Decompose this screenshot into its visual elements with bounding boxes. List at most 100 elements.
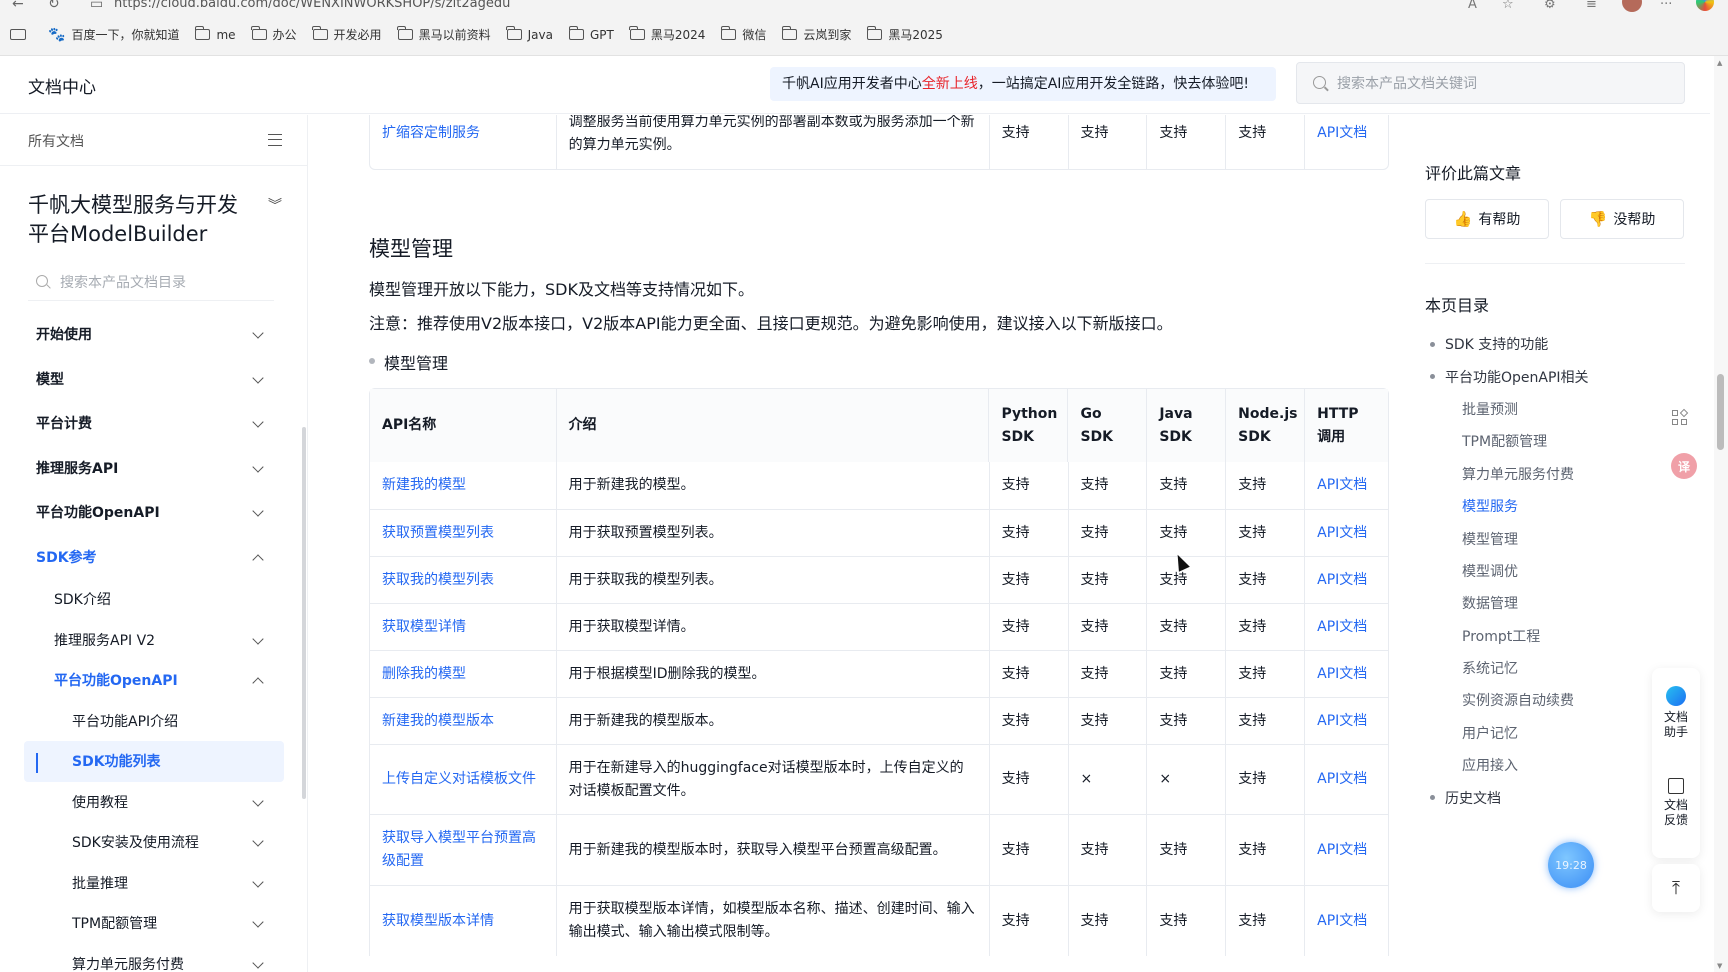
bookmark-folder[interactable]: 黑马2024 — [629, 26, 705, 43]
sidebar-item-tpm-quota[interactable]: TPM配额管理 — [24, 903, 284, 944]
toc-item-current[interactable]: 模型服务 — [1425, 490, 1685, 522]
doc-search-input[interactable] — [1337, 63, 1667, 103]
bookmark-folder[interactable]: me — [195, 26, 236, 42]
toc-item[interactable]: 系统记忆 — [1425, 652, 1685, 684]
helpful-button[interactable]: 👍 有帮助 — [1425, 199, 1549, 239]
api-doc-link[interactable]: API文档 — [1304, 815, 1388, 885]
site-info-icon[interactable]: ▭ — [90, 0, 103, 12]
sidebar-item-tutorials[interactable]: 使用教程 — [24, 782, 284, 823]
bookmark-baidu[interactable]: 🐾 百度一下，你就知道 — [48, 26, 179, 43]
more-menu-icon[interactable]: ··· — [1660, 0, 1672, 12]
translate-icon[interactable]: 译 — [1671, 453, 1697, 479]
api-name-link[interactable]: 获取模型版本详情 — [370, 886, 556, 956]
all-docs-link[interactable]: 所有文档 — [28, 131, 84, 151]
toc-item[interactable]: 批量预测 — [1425, 393, 1685, 425]
bookmark-folder[interactable]: 微信 — [720, 26, 766, 43]
bookmark-folder[interactable]: 云岚到家 — [781, 26, 851, 43]
site-title[interactable]: 文档中心 — [28, 73, 96, 98]
toc-item[interactable]: 用户记忆 — [1425, 717, 1685, 749]
api-doc-link[interactable]: API文档 — [1304, 886, 1388, 956]
sidebar-item-sdk-install[interactable]: SDK安装及使用流程 — [24, 822, 284, 863]
api-name-link[interactable]: 扩缩容定制服务 — [370, 115, 556, 169]
api-name-link[interactable]: 获取导入模型平台预置高级配置 — [370, 815, 556, 885]
toc-item[interactable]: Prompt工程 — [1425, 620, 1685, 652]
sidebar-item-billing[interactable]: 平台计费 — [24, 401, 284, 446]
toc-item[interactable]: 数据管理 — [1425, 587, 1685, 619]
api-doc-link[interactable]: API文档 — [1304, 651, 1388, 697]
doc-assistant-button[interactable]: 文档 助手 — [1652, 686, 1700, 740]
toc-item[interactable]: 平台功能OpenAPI相关 — [1425, 360, 1685, 392]
api-name-link[interactable]: 获取模型详情 — [370, 604, 556, 650]
bookmark-folder[interactable]: 开发必用 — [312, 26, 382, 43]
api-name-link[interactable]: 删除我的模型 — [370, 651, 556, 697]
api-doc-link[interactable]: API文档 — [1304, 462, 1388, 509]
sidebar-item-batch-inference[interactable]: 批量推理 — [24, 863, 284, 904]
banner-text-tail: ，一站搞定AI应用开发全链路，快去体验吧! — [977, 76, 1250, 92]
api-name-link[interactable]: 上传自定义对话模板文件 — [370, 745, 556, 814]
profile-avatar[interactable] — [1622, 0, 1642, 12]
toc-item[interactable]: SDK 支持的功能 — [1425, 328, 1685, 360]
api-doc-link[interactable]: API文档 — [1304, 557, 1388, 603]
favorite-star-icon[interactable]: ☆ — [1502, 0, 1514, 12]
sidebar-item-getting-started[interactable]: 开始使用 — [24, 312, 284, 357]
timer-bubble[interactable]: 19:28 — [1548, 842, 1594, 888]
bookmark-folder[interactable]: Java — [506, 26, 553, 42]
toc-item[interactable]: 实例资源自动续费 — [1425, 684, 1685, 716]
bookmark-folder[interactable]: 黑马以前资料 — [397, 26, 491, 43]
sidebar-item-inference-api[interactable]: 推理服务API — [24, 446, 284, 491]
app-grid-icon[interactable] — [1672, 408, 1689, 426]
bookmark-folder[interactable]: 黑马2025 — [866, 26, 943, 43]
toc-item[interactable]: 模型调优 — [1425, 555, 1685, 587]
address-url[interactable]: https://cloud.baidu.com/doc/WENXINWORKSH… — [114, 0, 510, 11]
read-aloud-icon[interactable]: A — [1468, 0, 1477, 12]
api-doc-link[interactable]: API文档 — [1304, 698, 1388, 744]
api-name-link[interactable]: 获取预置模型列表 — [370, 510, 556, 556]
back-icon[interactable]: ← — [12, 0, 24, 12]
sidebar-item-platform-openapi[interactable]: 平台功能OpenAPI — [24, 490, 284, 535]
bookmark-folder[interactable]: 办公 — [251, 26, 297, 43]
api-doc-link[interactable]: API文档 — [1304, 604, 1388, 650]
copilot-icon[interactable] — [1696, 0, 1714, 11]
back-to-top-icon[interactable]: ⤒ — [1652, 864, 1700, 912]
promo-banner[interactable]: 千帆AI应用开发者中心全新上线，一站搞定AI应用开发全链路，快去体验吧! — [770, 67, 1276, 101]
sidebar-item-models[interactable]: 模型 — [24, 357, 284, 402]
scroll-down-icon[interactable]: ▼ — [1717, 962, 1722, 970]
sidebar-item-platform-api-intro[interactable]: 平台功能API介绍 — [24, 701, 284, 742]
sidebar-item-compute-billing[interactable]: 算力单元服务付费 — [24, 944, 284, 972]
toc-item[interactable]: 算力单元服务付费 — [1425, 458, 1685, 490]
sidebar-search-input[interactable] — [60, 267, 260, 297]
toc-item[interactable]: 模型管理 — [1425, 522, 1685, 554]
toc-item[interactable]: 历史文档 — [1425, 781, 1685, 813]
api-name-link[interactable]: 获取我的模型列表 — [370, 557, 556, 603]
scroll-up-icon[interactable]: ▲ — [1717, 59, 1722, 67]
sidebar-search[interactable] — [28, 263, 274, 301]
doc-feedback-button[interactable]: 文档 反馈 — [1652, 778, 1700, 828]
sidebar-item-inference-api-v2[interactable]: 推理服务API V2 — [24, 620, 284, 661]
toc-item[interactable]: 应用接入 — [1425, 749, 1685, 781]
list-icon[interactable] — [268, 134, 282, 146]
section-title: 模型管理 — [369, 237, 453, 261]
reading-mode-icon[interactable] — [10, 29, 26, 40]
java-support: 支持 — [1146, 815, 1225, 885]
reload-icon[interactable]: ↻ — [48, 0, 60, 12]
page-scrollbar[interactable]: ▲ ▼ — [1714, 56, 1728, 972]
bookmark-folder[interactable]: GPT — [568, 26, 614, 42]
api-doc-link[interactable]: API文档 — [1304, 510, 1388, 556]
scroll-thumb[interactable] — [1717, 374, 1724, 450]
api-name-link[interactable]: 新建我的模型 — [370, 462, 556, 509]
sidebar-item-sdk-intro[interactable]: SDK介绍 — [24, 579, 284, 620]
sidebar-item-sdk-reference[interactable]: SDK参考 — [24, 535, 284, 580]
double-chevron-down-icon[interactable]: ︾ — [268, 195, 282, 215]
doc-search-box[interactable] — [1296, 62, 1685, 104]
api-name-link[interactable]: 新建我的模型版本 — [370, 698, 556, 744]
sidebar-item-sdk-platform-openapi[interactable]: 平台功能OpenAPI — [24, 660, 284, 701]
extensions-icon[interactable]: ⚙ — [1544, 0, 1556, 12]
sidebar-scrollbar[interactable] — [302, 427, 306, 799]
toc-item[interactable]: TPM配额管理 — [1425, 425, 1685, 457]
collections-icon[interactable]: ≡ — [1586, 0, 1597, 12]
python-support: 支持 — [988, 510, 1068, 556]
not-helpful-button[interactable]: 👎 没帮助 — [1560, 199, 1684, 239]
api-doc-link[interactable]: API文档 — [1304, 115, 1388, 169]
sidebar-item-sdk-feature-list[interactable]: SDK功能列表 — [24, 741, 284, 782]
api-doc-link[interactable]: API文档 — [1304, 745, 1388, 814]
